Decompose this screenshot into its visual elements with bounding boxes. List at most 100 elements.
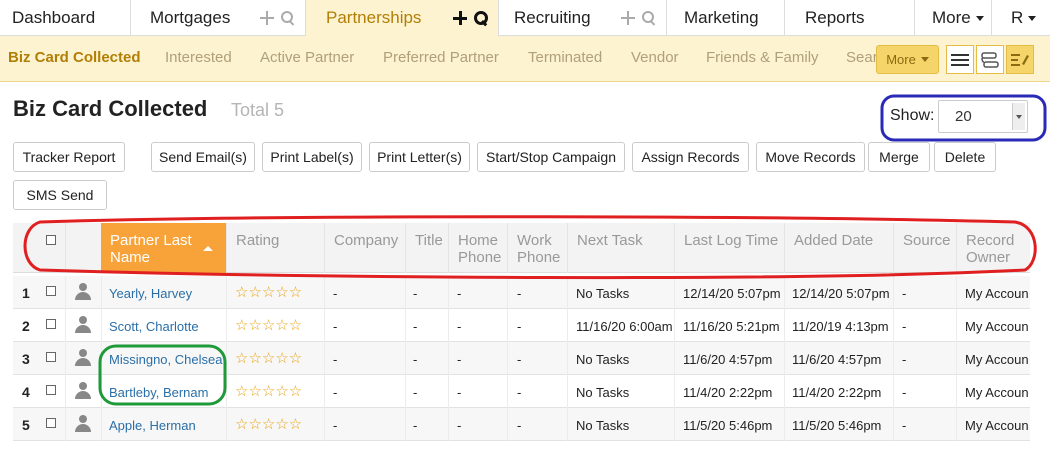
partner-name-link[interactable]: Bartleby, Bernam bbox=[109, 385, 208, 400]
row-checkbox[interactable] bbox=[46, 352, 56, 362]
subnav-interested[interactable]: Interested bbox=[165, 49, 232, 66]
header-last-log-time[interactable]: Last Log Time bbox=[674, 223, 784, 273]
nav-more[interactable]: More bbox=[915, 0, 992, 36]
add-icon[interactable] bbox=[453, 11, 467, 25]
header-home-phone[interactable]: Home Phone bbox=[448, 223, 507, 273]
cell-next-task: 11/16/20 6:00am bbox=[576, 319, 673, 334]
top-nav: Dashboard Mortgages Partnerships Recruit… bbox=[0, 0, 1050, 36]
row-number: 1 bbox=[22, 285, 30, 301]
subnav-search[interactable]: Sear bbox=[846, 49, 878, 66]
select-all-checkbox[interactable] bbox=[46, 235, 56, 245]
column-divider bbox=[324, 408, 325, 441]
star-rating[interactable]: ☆☆☆☆☆ bbox=[235, 382, 302, 400]
row-checkbox[interactable] bbox=[46, 418, 56, 428]
nav-partnerships[interactable]: Partnerships bbox=[306, 0, 499, 36]
search-icon[interactable] bbox=[281, 11, 295, 25]
assign-records-button[interactable]: Assign Records bbox=[632, 142, 749, 172]
column-divider bbox=[507, 309, 508, 342]
add-icon[interactable] bbox=[621, 11, 635, 25]
table-row[interactable]: 1 Yearly, Harvey ☆☆☆☆☆ - - - - No Tasks 12/14/20… bbox=[13, 276, 1030, 309]
header-added-date[interactable]: Added Date bbox=[784, 223, 893, 273]
star-rating[interactable]: ☆☆☆☆☆ bbox=[235, 316, 302, 334]
partner-name-link[interactable]: Yearly, Harvey bbox=[109, 286, 192, 301]
add-icon[interactable] bbox=[260, 11, 274, 25]
partner-name-link[interactable]: Apple, Herman bbox=[109, 418, 196, 433]
column-divider bbox=[507, 408, 508, 441]
subnav-friends-family[interactable]: Friends & Family bbox=[706, 49, 819, 66]
cell-home: - bbox=[457, 352, 462, 367]
table-row[interactable]: 5 Apple, Herman ☆☆☆☆☆ - - - - No Tasks 11/5/20 5… bbox=[13, 408, 1030, 441]
nav-mortgages[interactable]: Mortgages bbox=[131, 0, 306, 36]
nav-label: R bbox=[1011, 8, 1024, 27]
nav-dashboard[interactable]: Dashboard bbox=[0, 0, 131, 36]
nav-recruiting[interactable]: Recruiting bbox=[499, 0, 667, 36]
row-checkbox[interactable] bbox=[46, 385, 56, 395]
delete-button[interactable]: Delete bbox=[934, 142, 996, 172]
row-checkbox[interactable] bbox=[46, 286, 56, 296]
cell-home: - bbox=[457, 286, 462, 301]
subnav-terminated[interactable]: Terminated bbox=[528, 49, 602, 66]
cell-company: - bbox=[333, 352, 338, 367]
star-rating[interactable]: ☆☆☆☆☆ bbox=[235, 283, 302, 301]
column-divider bbox=[956, 408, 957, 441]
column-divider bbox=[956, 342, 957, 375]
partner-name-link[interactable]: Scott, Charlotte bbox=[109, 319, 199, 334]
cell-added: 12/14/20 5:07pm bbox=[792, 286, 890, 301]
edit-view-button[interactable] bbox=[1006, 45, 1034, 74]
star-rating[interactable]: ☆☆☆☆☆ bbox=[235, 349, 302, 367]
header-company[interactable]: Company bbox=[324, 223, 405, 273]
header-work-phone[interactable]: Work Phone bbox=[507, 223, 567, 273]
move-records-button[interactable]: Move Records bbox=[756, 142, 865, 172]
tracker-report-button[interactable]: Tracker Report bbox=[13, 142, 125, 172]
star-rating[interactable]: ☆☆☆☆☆ bbox=[235, 415, 302, 433]
search-icon[interactable] bbox=[642, 11, 656, 25]
page-size-select[interactable]: 20 bbox=[938, 100, 1028, 133]
header-partner-last-name[interactable]: Partner Last Name bbox=[101, 223, 226, 273]
header-next-task[interactable]: Next Task bbox=[567, 223, 674, 273]
nav-marketing[interactable]: Marketing bbox=[667, 0, 785, 36]
pipeline-view-button[interactable] bbox=[976, 45, 1004, 74]
search-icon[interactable] bbox=[474, 11, 488, 25]
table-row[interactable]: 4 Bartleby, Bernam ☆☆☆☆☆ - - - - No Tasks 11/4/2… bbox=[13, 375, 1030, 408]
page-title: Biz Card Collected bbox=[13, 96, 208, 121]
nav-label: Recruiting bbox=[514, 8, 591, 27]
print-letters-button[interactable]: Print Letter(s) bbox=[369, 142, 470, 172]
show-label: Show: bbox=[890, 107, 935, 124]
row-checkbox[interactable] bbox=[46, 319, 56, 329]
print-labels-button[interactable]: Print Label(s) bbox=[262, 142, 362, 172]
column-divider bbox=[567, 342, 568, 375]
cell-owner: My Accoun bbox=[965, 418, 1029, 433]
more-label: More bbox=[886, 52, 916, 67]
nav-reports[interactable]: Reports bbox=[785, 0, 915, 36]
column-divider bbox=[324, 375, 325, 408]
subnav-biz-card-collected[interactable]: Biz Card Collected bbox=[8, 49, 141, 66]
nav-label: Partnerships bbox=[326, 8, 422, 27]
list-view-button[interactable] bbox=[946, 45, 974, 74]
column-divider bbox=[893, 342, 894, 375]
partner-name-link[interactable]: Missingno, Chelsea bbox=[109, 352, 222, 367]
send-emails-button[interactable]: Send Email(s) bbox=[151, 142, 255, 172]
cell-work: - bbox=[517, 286, 522, 301]
merge-button[interactable]: Merge bbox=[868, 142, 930, 172]
header-source[interactable]: Source bbox=[893, 223, 956, 273]
column-divider bbox=[448, 276, 449, 309]
user-avatar-icon bbox=[75, 415, 91, 433]
header-title[interactable]: Title bbox=[405, 223, 448, 273]
table-row[interactable]: 2 Scott, Charlotte ☆☆☆☆☆ - - - - 11/16/20 6:00a… bbox=[13, 309, 1030, 342]
header-rating[interactable]: Rating bbox=[226, 223, 324, 273]
sms-send-button[interactable]: SMS Send bbox=[13, 180, 107, 210]
column-divider bbox=[226, 276, 227, 309]
subnav-preferred-partner[interactable]: Preferred Partner bbox=[383, 49, 499, 66]
nav-user[interactable]: R bbox=[992, 0, 1050, 36]
subnav-more-button[interactable]: More bbox=[876, 45, 939, 74]
column-divider bbox=[65, 375, 66, 408]
table-row[interactable]: 3 Missingno, Chelsea ☆☆☆☆☆ - - - - No Tasks 11/6… bbox=[13, 342, 1030, 375]
subnav-active-partner[interactable]: Active Partner bbox=[260, 49, 354, 66]
cell-title: - bbox=[413, 385, 418, 400]
subnav-vendor[interactable]: Vendor bbox=[631, 49, 679, 66]
start-stop-campaign-button[interactable]: Start/Stop Campaign bbox=[477, 142, 625, 172]
column-divider bbox=[405, 276, 406, 309]
header-record-owner[interactable]: Record Owner bbox=[956, 223, 1030, 273]
row-number: 5 bbox=[22, 417, 30, 433]
cell-source: - bbox=[902, 385, 907, 400]
